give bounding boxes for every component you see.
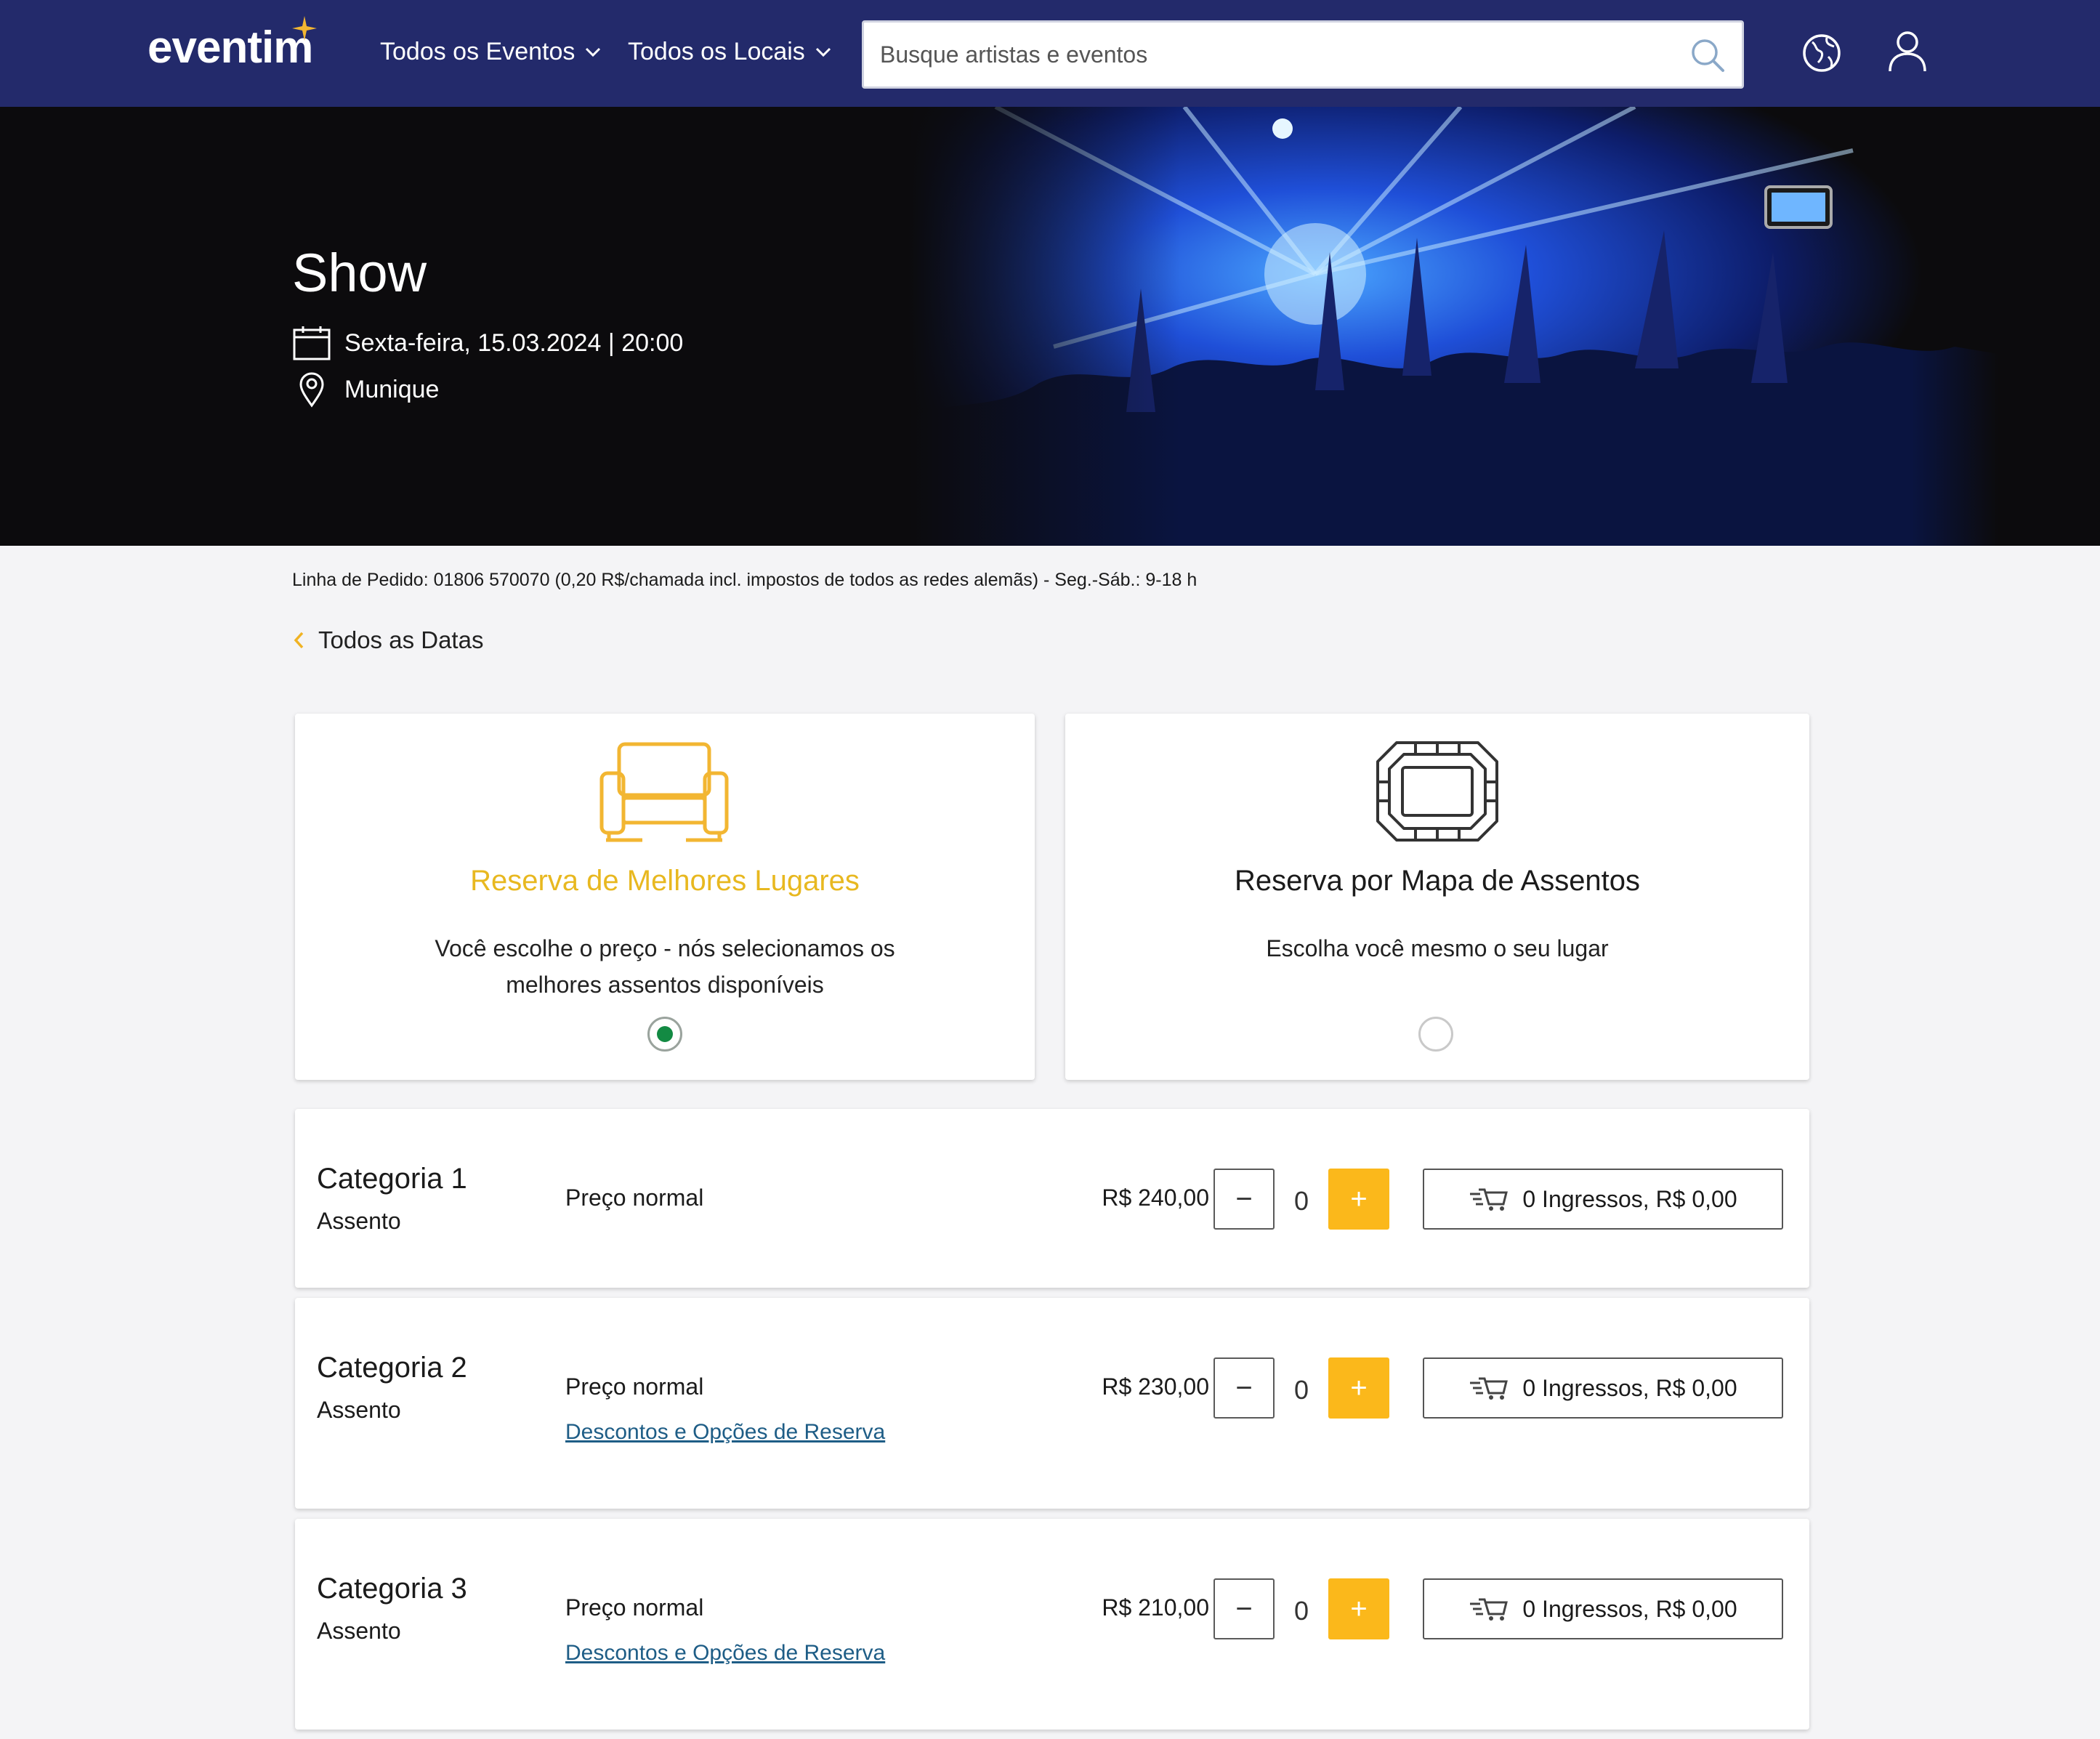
chevron-down-icon [586, 47, 601, 57]
nav-all-venues[interactable]: Todos os Locais [628, 38, 831, 66]
search-icon[interactable] [1689, 37, 1726, 73]
fast-cart-icon [1470, 1598, 1509, 1621]
fast-cart-icon [1470, 1188, 1509, 1211]
ticket-quantity: 0 [1293, 1186, 1309, 1216]
user-account-icon[interactable] [1886, 29, 1929, 74]
armchair-icon [599, 742, 729, 842]
ticket-category-row: Categoria 3 Assento Preço normal Descont… [295, 1519, 1809, 1730]
decrease-quantity-button[interactable]: − [1213, 1357, 1275, 1419]
category-name: Categoria 3 [317, 1573, 467, 1605]
seat-map-radio[interactable] [1418, 1017, 1453, 1052]
event-hero-banner: Show Sexta-feira, 15.03.2024 | 20:00 Mun… [0, 107, 2100, 546]
event-datetime-text: Sexta-feira, 15.03.2024 | 20:00 [344, 328, 684, 357]
nav-all-events[interactable]: Todos os Eventos [380, 38, 601, 66]
back-link-label: Todos as Datas [318, 626, 484, 653]
nav-all-venues-label: Todos os Locais [628, 38, 805, 65]
add-to-cart-button[interactable]: 0 Ingressos, R$ 0,00 [1423, 1169, 1783, 1230]
chevron-left-icon [294, 632, 304, 649]
seat-map-option-description: Escolha você mesmo o seu lugar [1266, 935, 1609, 961]
price-type: Preço normal [565, 1185, 704, 1211]
increase-quantity-button[interactable]: + [1328, 1357, 1389, 1419]
ticket-category-row: Categoria 1 Assento Preço normal R$ 240,… [295, 1109, 1809, 1288]
best-seats-option-card[interactable]: Reserva de Melhores Lugares Você escolhe… [295, 714, 1035, 1080]
ticket-category-row: Categoria 2 Assento Preço normal Descont… [295, 1298, 1809, 1509]
eventim-logo[interactable]: eventim [148, 22, 313, 73]
ticket-price: R$ 230,00 [1102, 1373, 1209, 1400]
order-hotline-info: Linha de Pedido: 01806 570070 (0,20 R$/c… [292, 570, 1198, 590]
stadium-map-icon [1376, 741, 1498, 842]
globe-icon[interactable] [1801, 32, 1843, 74]
sparkle-icon [292, 16, 317, 41]
discounts-options-link[interactable]: Descontos e Opções de Reserva [565, 1641, 885, 1666]
price-type: Preço normal [565, 1594, 704, 1621]
concert-crowd-image [908, 107, 1998, 546]
cart-summary-label: 0 Ingressos, R$ 0,00 [1522, 1185, 1737, 1212]
cart-summary-label: 0 Ingressos, R$ 0,00 [1522, 1374, 1737, 1401]
ticket-price: R$ 240,00 [1102, 1185, 1209, 1211]
seat-map-option-card[interactable]: Reserva por Mapa de Assentos Escolha voc… [1065, 714, 1809, 1080]
add-to-cart-button[interactable]: 0 Ingressos, R$ 0,00 [1423, 1357, 1783, 1419]
category-seat-type: Assento [317, 1397, 401, 1423]
best-seats-option-description: Você escolhe o preço - nós selecionamos … [435, 935, 895, 998]
top-navigation-bar: eventim Todos os Eventos Todos os Locais [0, 0, 2100, 107]
event-title: Show [292, 243, 427, 303]
ticket-quantity: 0 [1293, 1596, 1309, 1626]
back-to-all-dates-link[interactable]: Todos as Datas [292, 626, 483, 654]
calendar-icon [293, 326, 331, 360]
decrease-quantity-button[interactable]: − [1213, 1578, 1275, 1639]
seat-map-option-title: Reserva por Mapa de Assentos [1234, 865, 1641, 897]
cart-summary-label: 0 Ingressos, R$ 0,00 [1522, 1595, 1737, 1622]
event-datetime: Sexta-feira, 15.03.2024 | 20:00 [292, 325, 683, 361]
best-seats-radio[interactable] [647, 1017, 682, 1052]
increase-quantity-button[interactable]: + [1328, 1578, 1389, 1639]
search-input[interactable] [880, 23, 1665, 86]
category-name: Categoria 2 [317, 1352, 467, 1384]
decrease-quantity-button[interactable]: − [1213, 1169, 1275, 1230]
ticket-quantity: 0 [1293, 1375, 1309, 1405]
event-location: Munique [292, 371, 439, 408]
event-location-text: Munique [344, 375, 440, 403]
add-to-cart-button[interactable]: 0 Ingressos, R$ 0,00 [1423, 1578, 1783, 1639]
discounts-options-link[interactable]: Descontos e Opções de Reserva [565, 1420, 885, 1445]
price-type: Preço normal [565, 1373, 704, 1400]
nav-all-events-label: Todos os Eventos [380, 38, 576, 65]
search-box [862, 20, 1744, 89]
location-pin-icon [299, 372, 324, 408]
category-name: Categoria 1 [317, 1163, 467, 1195]
best-seats-option-title: Reserva de Melhores Lugares [470, 865, 860, 897]
ticket-price: R$ 210,00 [1102, 1594, 1209, 1621]
category-seat-type: Assento [317, 1208, 401, 1234]
fast-cart-icon [1470, 1377, 1509, 1400]
chevron-down-icon [815, 47, 831, 57]
increase-quantity-button[interactable]: + [1328, 1169, 1389, 1230]
category-seat-type: Assento [317, 1618, 401, 1644]
